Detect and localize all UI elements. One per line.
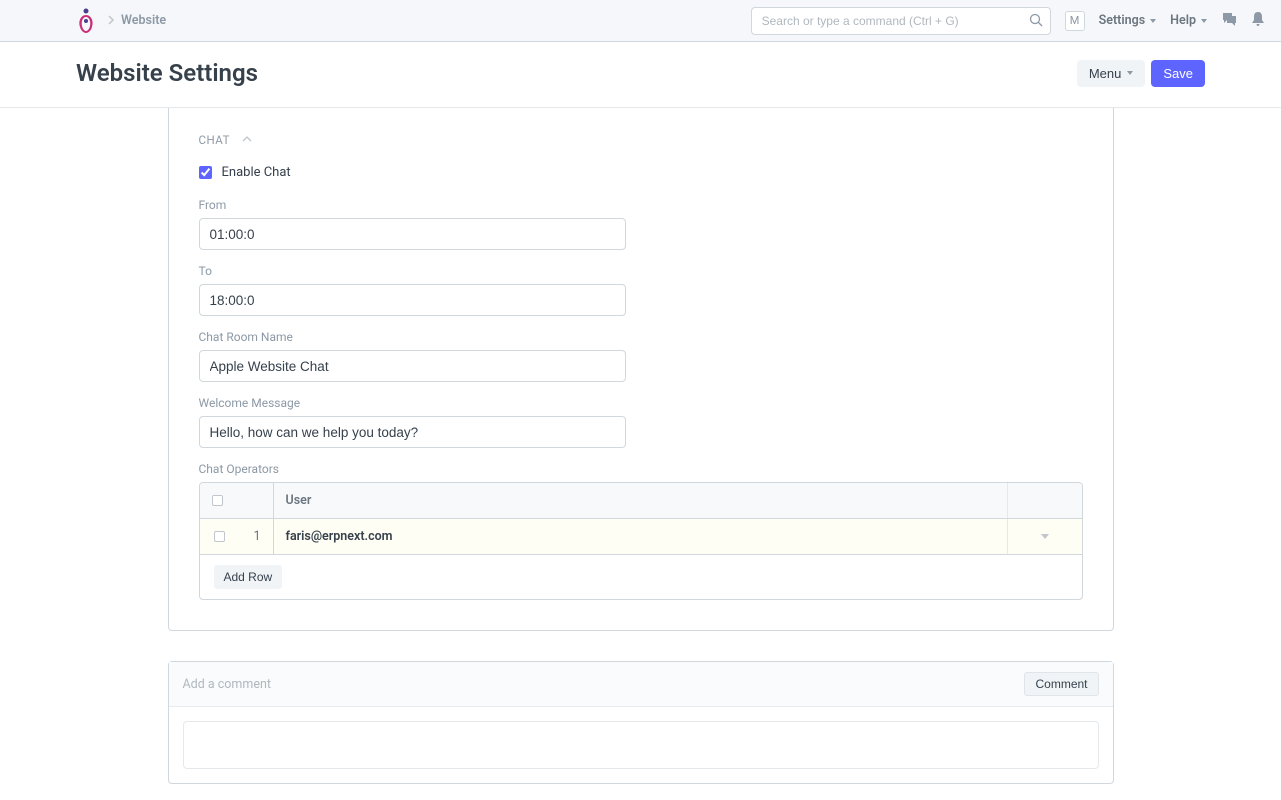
row-checkbox-cell <box>200 519 240 554</box>
page-head: Website Settings Menu Save <box>0 42 1281 108</box>
comment-card: Add a comment Comment <box>168 661 1114 784</box>
comment-editor[interactable] <box>183 721 1099 769</box>
chat-section-card: CHAT Enable Chat From To Chat Room Name … <box>168 108 1114 631</box>
app-logo[interactable] <box>76 7 96 35</box>
row-index: 1 <box>240 519 274 554</box>
row-user: faris@erpnext.com <box>274 519 1008 554</box>
caret-down-icon <box>1041 534 1049 539</box>
table-head-checkbox-cell <box>200 483 274 518</box>
chevron-up-icon <box>242 132 252 147</box>
enable-chat-label: Enable Chat <box>222 165 291 180</box>
enable-chat-checkbox[interactable] <box>199 166 212 179</box>
chat-section-title: CHAT <box>199 133 230 147</box>
chat-icon[interactable] <box>1221 11 1237 31</box>
settings-menu[interactable]: Settings <box>1099 13 1157 28</box>
search-icon <box>1029 13 1043 31</box>
welcome-message-input[interactable] <box>199 416 626 448</box>
caret-down-icon <box>1150 19 1156 23</box>
settings-label: Settings <box>1099 13 1146 28</box>
welcome-message-label: Welcome Message <box>199 396 1083 410</box>
search-wrap <box>751 7 1051 35</box>
save-button[interactable]: Save <box>1151 60 1205 87</box>
room-name-label: Chat Room Name <box>199 330 1083 344</box>
row-checkbox[interactable] <box>214 531 225 542</box>
to-label: To <box>199 264 1083 278</box>
add-row-button[interactable]: Add Row <box>214 565 283 589</box>
room-name-field: Chat Room Name <box>199 330 1083 382</box>
chat-operators-table: User 1 faris@erpnext.com Add Row <box>199 482 1083 600</box>
top-navbar: Website M Settings Help <box>0 0 1281 42</box>
chevron-right-icon <box>108 13 115 29</box>
menu-button-label: Menu <box>1089 66 1122 81</box>
chat-operators-label: Chat Operators <box>199 462 1083 476</box>
room-name-input[interactable] <box>199 350 626 382</box>
help-label: Help <box>1170 13 1196 28</box>
caret-down-icon <box>1127 71 1133 75</box>
page-title: Website Settings <box>76 59 258 87</box>
chat-section-head[interactable]: CHAT <box>199 132 1083 147</box>
table-head: User <box>200 483 1082 519</box>
welcome-message-field: Welcome Message <box>199 396 1083 448</box>
page-actions: Menu Save <box>1077 60 1205 87</box>
help-menu[interactable]: Help <box>1170 13 1207 28</box>
comment-head: Add a comment Comment <box>169 662 1113 707</box>
comment-body <box>169 707 1113 783</box>
from-input[interactable] <box>199 218 626 250</box>
row-actions[interactable] <box>1008 519 1082 554</box>
to-field: To <box>199 264 1083 316</box>
comment-button[interactable]: Comment <box>1024 672 1098 696</box>
from-field: From <box>199 198 1083 250</box>
user-avatar[interactable]: M <box>1065 11 1085 31</box>
to-input[interactable] <box>199 284 626 316</box>
caret-down-icon <box>1201 19 1207 23</box>
enable-chat-row: Enable Chat <box>199 165 1083 180</box>
chat-operators-field: Chat Operators User 1 faris@erpnext.com <box>199 462 1083 600</box>
menu-button[interactable]: Menu <box>1077 60 1146 87</box>
select-all-checkbox[interactable] <box>212 495 223 506</box>
search-input[interactable] <box>751 7 1051 35</box>
breadcrumb-website[interactable]: Website <box>121 13 166 28</box>
main-content: CHAT Enable Chat From To Chat Room Name … <box>0 108 1281 784</box>
table-head-user: User <box>274 483 1008 518</box>
bell-icon[interactable] <box>1251 11 1265 31</box>
table-footer: Add Row <box>200 555 1082 599</box>
table-row[interactable]: 1 faris@erpnext.com <box>200 519 1082 555</box>
comment-placeholder[interactable]: Add a comment <box>183 677 271 692</box>
breadcrumb: Website <box>108 13 166 29</box>
from-label: From <box>199 198 1083 212</box>
table-head-actions <box>1008 483 1082 518</box>
